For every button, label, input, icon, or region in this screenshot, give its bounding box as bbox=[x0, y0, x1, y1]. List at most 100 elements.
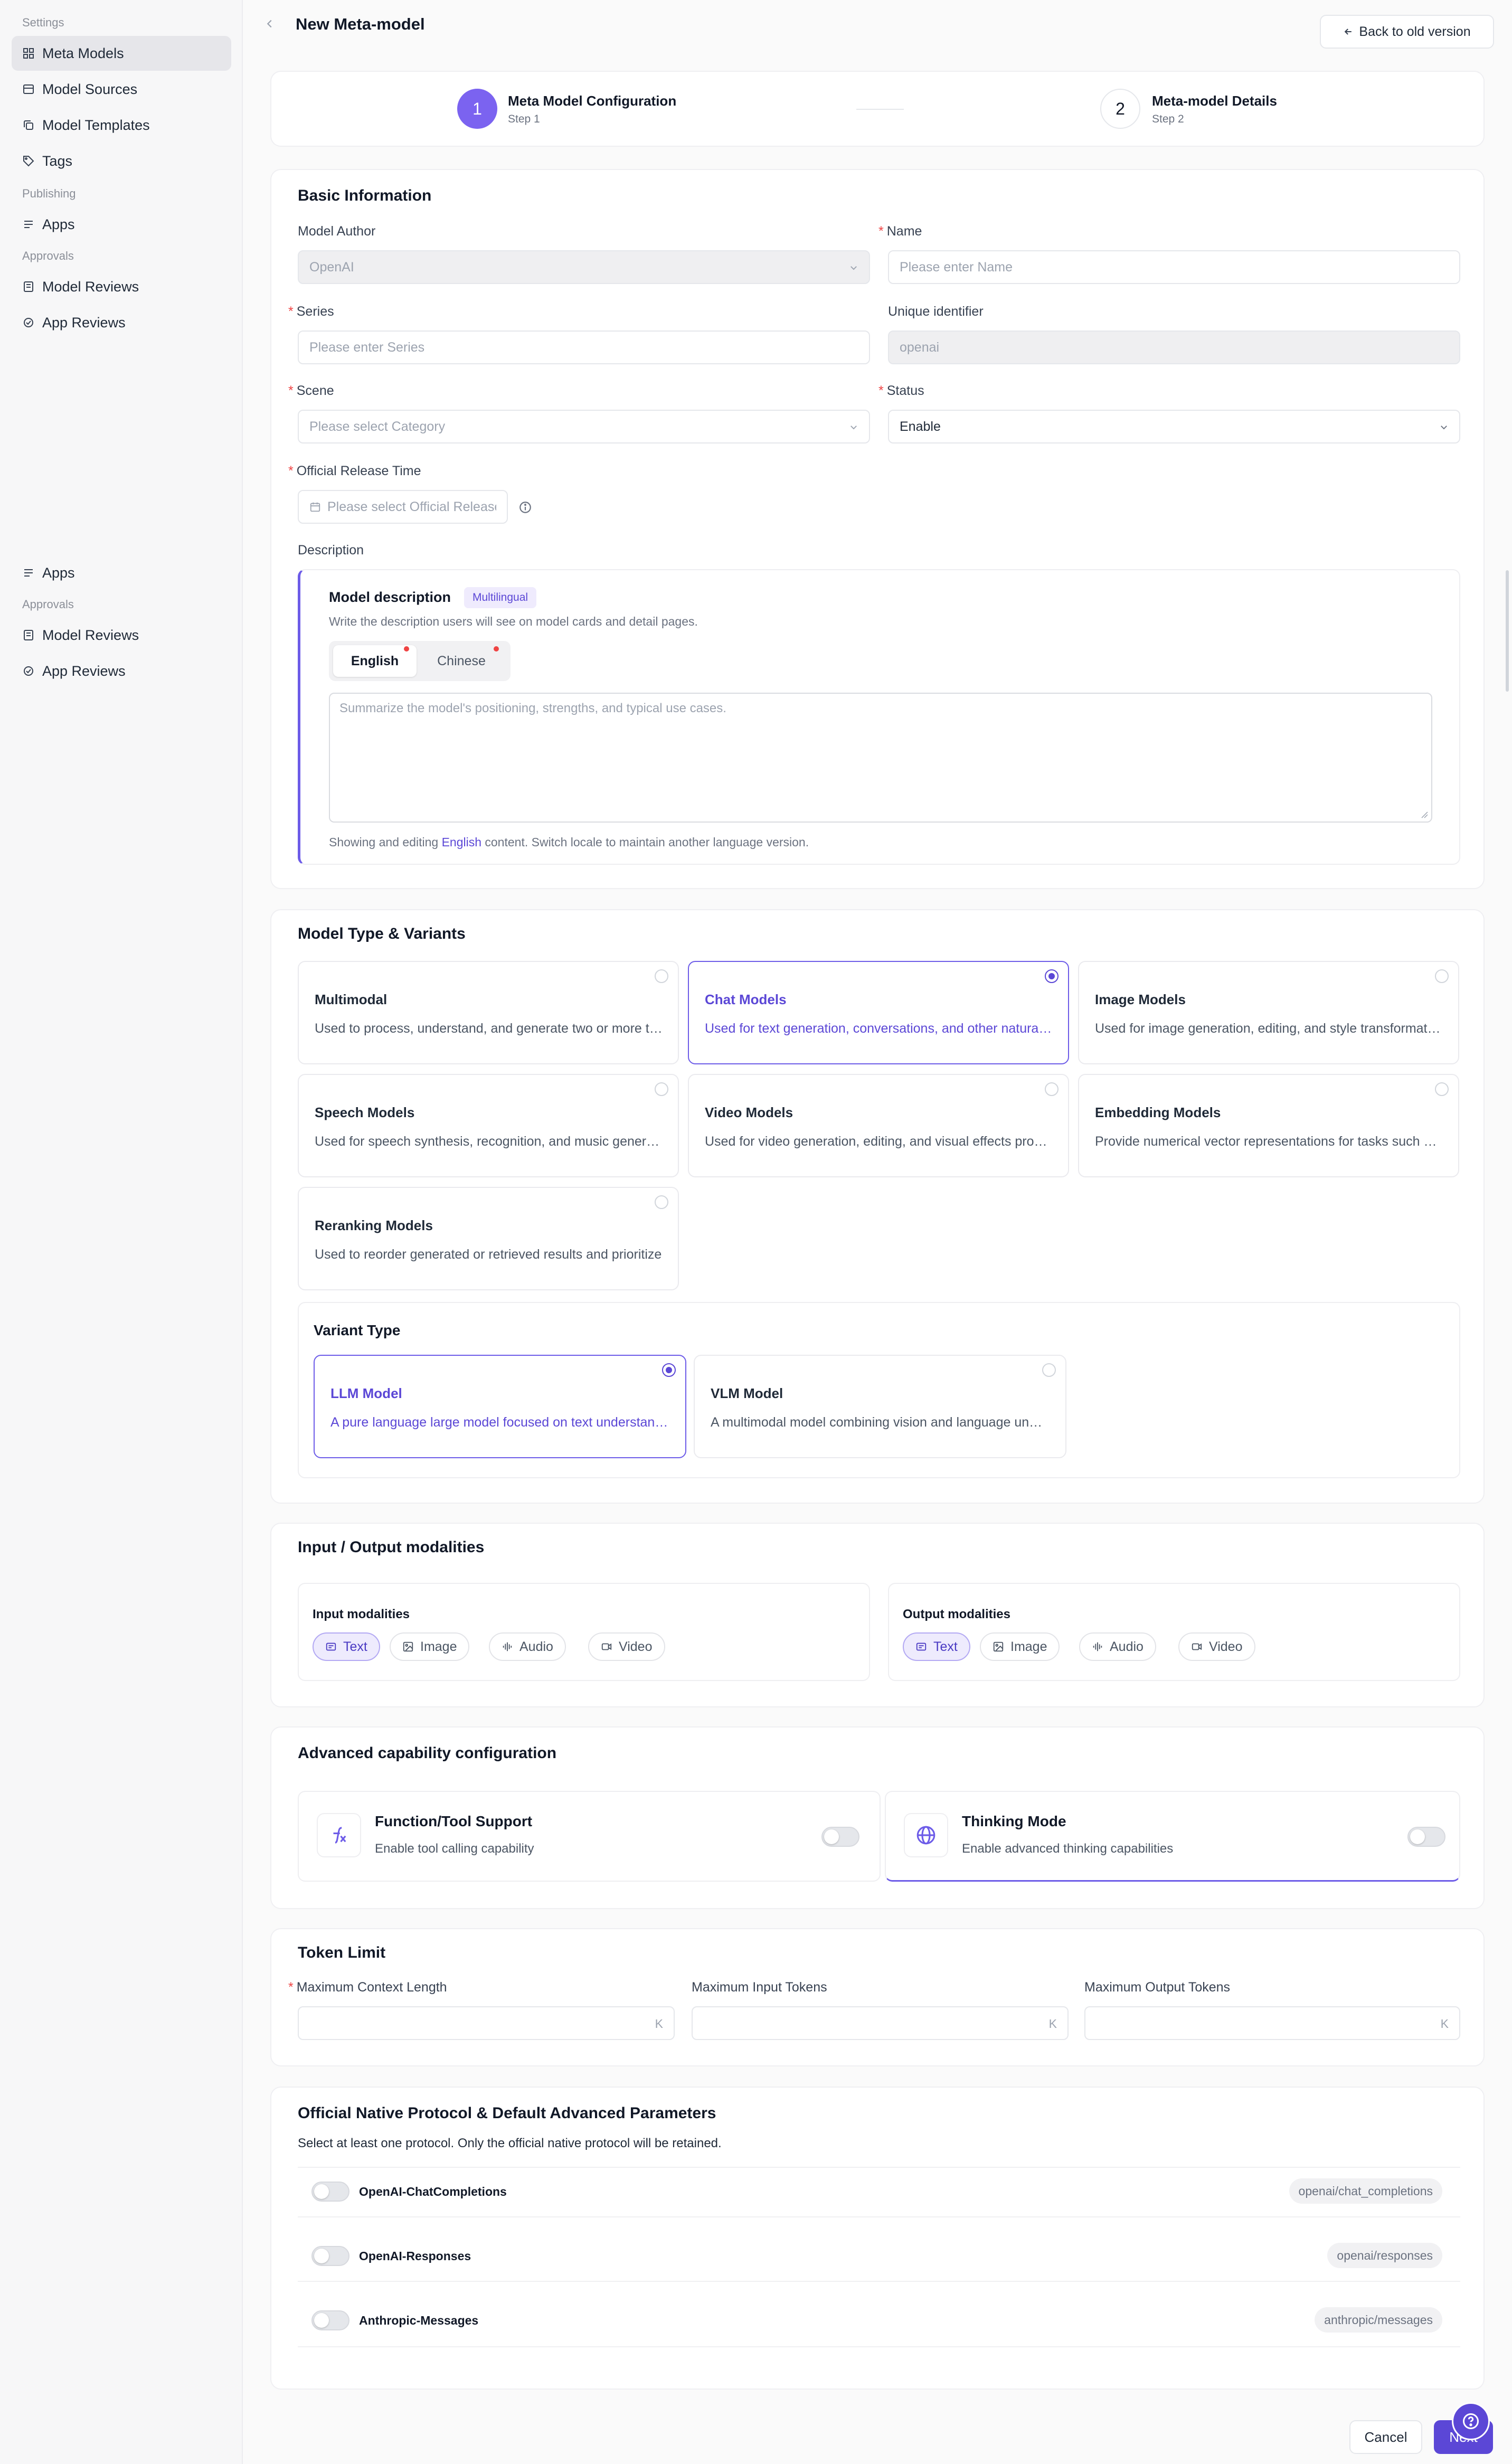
thinking-mode-desc: Enable advanced thinking capabilities bbox=[962, 1842, 1174, 1856]
variant-llm-model[interactable]: LLM Model A pure language large model foc… bbox=[314, 1355, 686, 1458]
required-dot bbox=[404, 646, 409, 652]
sidebar-item-model-templates[interactable]: Model Templates bbox=[12, 108, 231, 143]
name-label: * Name bbox=[878, 224, 922, 239]
sidebar-item-tags[interactable]: Tags bbox=[12, 144, 231, 178]
radio-selected[interactable] bbox=[662, 1363, 676, 1377]
model-description-hint: Write the description users will see on … bbox=[329, 615, 698, 628]
sidebar-item-label: Model Reviews bbox=[42, 627, 139, 643]
sidebar-section-approvals-2: Approvals bbox=[22, 598, 74, 611]
sidebar-item-app-reviews-2[interactable]: App Reviews bbox=[12, 654, 231, 688]
advanced-title: Advanced capability configuration bbox=[298, 1744, 557, 1762]
token-limit-card: Token Limit * Maximum Context Length K Ma… bbox=[270, 1928, 1485, 2066]
output-chip-image[interactable]: Image bbox=[980, 1632, 1060, 1661]
divider bbox=[298, 2346, 1460, 2347]
advanced-capability-card: Advanced capability configuration Functi… bbox=[270, 1726, 1485, 1909]
sidebar-item-apps-2[interactable]: Apps bbox=[12, 555, 231, 590]
sidebar: Settings Meta Models Model Sources Model… bbox=[0, 0, 243, 2464]
help-button[interactable] bbox=[1452, 2402, 1490, 2440]
description-label: Description bbox=[298, 543, 364, 558]
audio-wave-icon bbox=[1093, 1642, 1102, 1651]
step-1-circle[interactable]: 1 bbox=[457, 89, 497, 129]
sidebar-item-label: Model Reviews bbox=[42, 278, 139, 295]
step-connector bbox=[856, 109, 904, 110]
radio[interactable] bbox=[1045, 1082, 1059, 1096]
max-input-tokens-input[interactable]: K bbox=[692, 2006, 1069, 2040]
radio[interactable] bbox=[655, 1082, 668, 1096]
chevron-left-icon[interactable] bbox=[264, 18, 276, 30]
model-description-textarea[interactable]: Summarize the model's positioning, stren… bbox=[329, 693, 1432, 823]
input-chip-text[interactable]: Text bbox=[313, 1632, 380, 1661]
function-tool-support-title: Function/Tool Support bbox=[375, 1813, 533, 1829]
io-modalities-card: Input / Output modalities Input modaliti… bbox=[270, 1523, 1485, 1707]
sidebar-item-model-reviews[interactable]: Model Reviews bbox=[12, 269, 231, 304]
input-modalities-box: Input modalities Text Image Audio Video bbox=[298, 1583, 870, 1681]
list-icon bbox=[24, 221, 33, 228]
unit-suffix: K bbox=[655, 2017, 663, 2031]
input-chip-video[interactable]: Video bbox=[588, 1632, 665, 1661]
option-video-models[interactable]: Video Models Used for video generation, e… bbox=[688, 1074, 1069, 1177]
option-multimodal[interactable]: Multimodal Used to process, understand, a… bbox=[298, 961, 679, 1064]
max-context-length-input[interactable]: K bbox=[298, 2006, 675, 2040]
scrollbar-thumb[interactable] bbox=[1506, 570, 1509, 692]
audio-wave-icon bbox=[503, 1642, 512, 1651]
protocol-toggle-anthropic-messages[interactable] bbox=[311, 2310, 349, 2330]
option-embedding-models[interactable]: Embedding Models Provide numerical vector… bbox=[1078, 1074, 1459, 1177]
tab-chinese[interactable]: Chinese bbox=[420, 645, 503, 677]
protocol-toggle-openai-responses[interactable] bbox=[311, 2246, 349, 2266]
function-tool-support-toggle[interactable] bbox=[821, 1827, 859, 1847]
radio[interactable] bbox=[655, 969, 668, 983]
sidebar-item-model-sources[interactable]: Model Sources bbox=[12, 72, 231, 107]
info-icon[interactable] bbox=[518, 501, 532, 514]
max-output-tokens-input[interactable]: K bbox=[1084, 2006, 1460, 2040]
scene-select[interactable]: Please select Category bbox=[298, 410, 870, 443]
radio[interactable] bbox=[655, 1195, 668, 1209]
video-icon bbox=[1192, 1643, 1202, 1650]
sidebar-item-app-reviews[interactable]: App Reviews bbox=[12, 305, 231, 340]
back-to-old-version-button[interactable]: Back to old version bbox=[1320, 15, 1494, 49]
model-description-title: Model description bbox=[329, 589, 451, 605]
protocol-card: Official Native Protocol & Default Advan… bbox=[270, 2087, 1485, 2390]
page-title: New Meta-model bbox=[296, 15, 425, 33]
name-input[interactable]: Please enter Name bbox=[888, 250, 1460, 284]
model-author-label: Model Author bbox=[298, 224, 376, 239]
option-chat-models[interactable]: Chat Models Used for text generation, con… bbox=[688, 961, 1069, 1064]
option-image-models[interactable]: Image Models Used for image generation, e… bbox=[1078, 961, 1459, 1064]
function-icon bbox=[333, 1827, 346, 1844]
output-chip-video[interactable]: Video bbox=[1178, 1632, 1255, 1661]
cancel-button[interactable]: Cancel bbox=[1349, 2420, 1422, 2454]
output-chip-text[interactable]: Text bbox=[903, 1632, 970, 1661]
input-chip-image[interactable]: Image bbox=[390, 1632, 470, 1661]
status-select[interactable]: Enable bbox=[888, 410, 1460, 443]
series-input[interactable]: Please enter Series bbox=[298, 331, 870, 364]
option-reranking-models[interactable]: Reranking Models Used to reorder generate… bbox=[298, 1187, 679, 1290]
radio[interactable] bbox=[1435, 1082, 1449, 1096]
resize-handle-icon[interactable] bbox=[1420, 810, 1428, 818]
token-limit-title: Token Limit bbox=[298, 1944, 386, 1961]
divider bbox=[298, 2281, 1460, 2282]
official-release-time-picker[interactable]: Please select Official Release bbox=[298, 490, 508, 524]
sidebar-item-model-reviews-2[interactable]: Model Reviews bbox=[12, 618, 231, 653]
sidebar-item-label: Meta Models bbox=[42, 45, 124, 61]
protocol-toggle-openai-chatcompletions[interactable] bbox=[311, 2182, 349, 2202]
variant-vlm-model[interactable]: VLM Model A multimodal model combining vi… bbox=[694, 1355, 1066, 1458]
thinking-mode-toggle[interactable] bbox=[1407, 1827, 1445, 1847]
step-2-circle[interactable]: 2 bbox=[1100, 89, 1140, 129]
sidebar-item-label: App Reviews bbox=[42, 314, 126, 331]
chevron-down-icon bbox=[850, 426, 857, 430]
radio-selected[interactable] bbox=[1045, 969, 1059, 983]
basic-information-card: Basic Information Model Author OpenAI * N… bbox=[270, 169, 1485, 889]
protocol-name: Anthropic-Messages bbox=[359, 2314, 479, 2327]
radio[interactable] bbox=[1435, 969, 1449, 983]
max-context-length-label: * Maximum Context Length bbox=[288, 1980, 447, 1995]
variant-type-title: Variant Type bbox=[314, 1322, 401, 1338]
output-chip-audio[interactable]: Audio bbox=[1079, 1632, 1156, 1661]
status-label: * Status bbox=[878, 383, 924, 398]
review-icon bbox=[24, 281, 33, 292]
radio[interactable] bbox=[1042, 1363, 1056, 1377]
unique-identifier-input[interactable]: openai bbox=[888, 331, 1460, 364]
model-author-select[interactable]: OpenAI bbox=[298, 250, 870, 284]
input-chip-audio[interactable]: Audio bbox=[489, 1632, 566, 1661]
sidebar-item-meta-models[interactable]: Meta Models bbox=[12, 36, 231, 71]
option-speech-models[interactable]: Speech Models Used for speech synthesis, … bbox=[298, 1074, 679, 1177]
sidebar-item-apps[interactable]: Apps bbox=[12, 207, 231, 242]
